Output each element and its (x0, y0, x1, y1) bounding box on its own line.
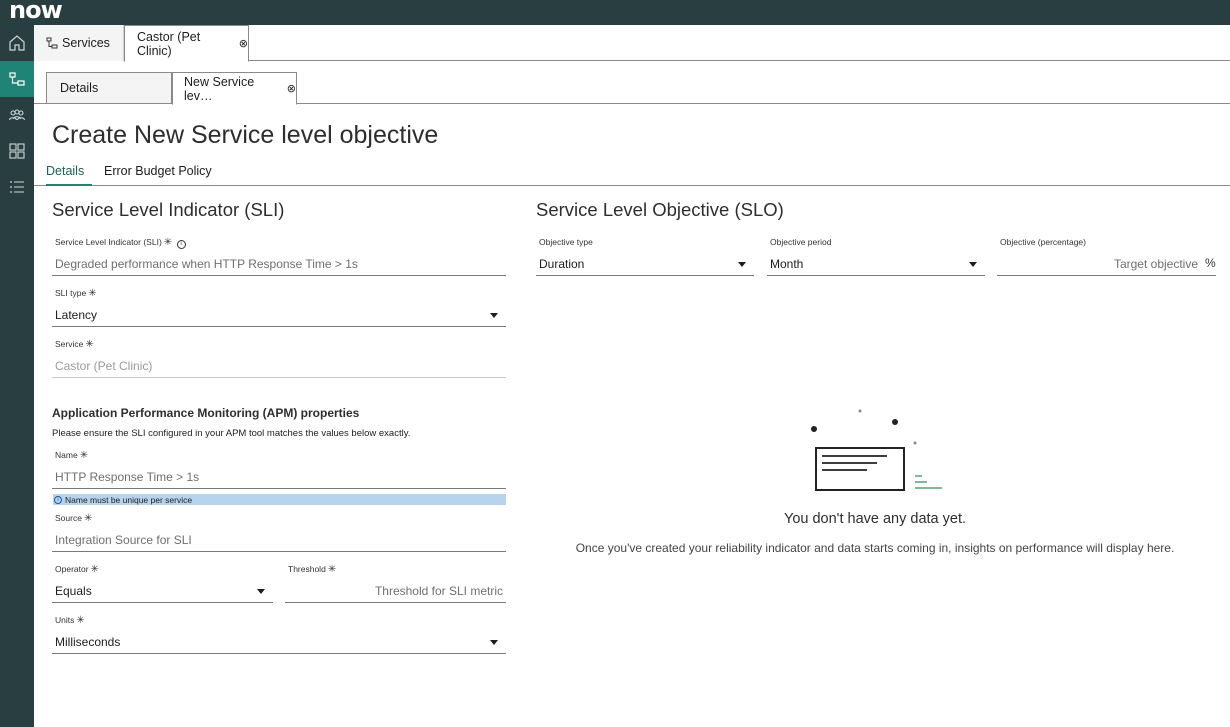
apm-name-input[interactable]: HTTP Response Time > 1s (52, 465, 506, 489)
info-icon[interactable]: i (176, 240, 186, 249)
home-icon (9, 35, 25, 51)
tab-new-slo[interactable]: New Service lev… ⊗ (172, 72, 297, 105)
threshold-label: Threshold ✳ (288, 564, 337, 575)
top-header: now (0, 0, 1230, 25)
tab-error-budget-policy[interactable]: Error Budget Policy (104, 164, 212, 178)
objective-period-select[interactable]: Month (767, 252, 985, 276)
form-tabs: Details Error Budget Policy (34, 160, 1230, 186)
record-tabs: Details New Service lev… ⊗ (34, 72, 1230, 105)
list-icon (10, 181, 24, 193)
services-nav-button[interactable] (0, 61, 34, 97)
tab-details[interactable]: Details (46, 72, 172, 104)
required-asterisk-icon: ✳ (79, 450, 89, 461)
apm-source-label: Source ✳ (55, 513, 93, 524)
tab-form-details[interactable]: Details (46, 164, 92, 186)
info-icon: i (54, 495, 62, 504)
operator-label: Operator ✳ (55, 564, 99, 575)
grid-icon (9, 143, 25, 159)
chevron-down-icon (490, 313, 498, 318)
tab-details-label: Details (60, 81, 99, 95)
units-select[interactable]: Milliseconds (52, 630, 506, 654)
sli-type-label: SLI type ✳ (55, 288, 97, 299)
empty-state-description: Once you've created your reliability ind… (575, 541, 1175, 555)
required-asterisk-icon: ✳ (85, 339, 94, 350)
now-logo[interactable]: now (9, 0, 63, 24)
hierarchy-icon (9, 72, 25, 86)
workspace-tabs: Services Castor (Pet Clinic) ⊗ (34, 25, 1230, 62)
groups-nav-button[interactable] (0, 97, 34, 133)
sli-indicator-input[interactable]: Degraded performance when HTTP Response … (52, 252, 506, 276)
chevron-down-icon (969, 262, 977, 267)
required-asterisk-icon: ✳ (88, 288, 97, 299)
close-icon[interactable]: ⊗ (239, 37, 248, 50)
objective-pct-label: Objective (percentage) (1000, 237, 1086, 247)
required-asterisk-icon: ✳ (163, 237, 173, 248)
required-asterisk-icon: ✳ (90, 564, 99, 575)
apm-source-input[interactable]: Integration Source for SLI (52, 528, 506, 552)
operator-select[interactable]: Equals (52, 579, 273, 603)
chevron-down-icon (257, 589, 265, 594)
threshold-input[interactable]: Threshold for SLI metric (285, 579, 506, 603)
objective-period-label: Objective period (770, 237, 832, 247)
page-title: Create New Service level objective (52, 121, 439, 149)
empty-state-title: You don't have any data yet. (783, 511, 966, 527)
tab-services[interactable]: Services (34, 25, 124, 61)
sli-indicator-label: Service Level Indicator (SLI) ✳ i (55, 237, 186, 249)
tab-new-slo-label: New Service lev… (184, 74, 255, 103)
people-group-icon (8, 109, 26, 121)
left-nav-rail (0, 25, 34, 727)
hierarchy-icon (46, 37, 58, 49)
objective-pct-input[interactable]: Target objective (997, 252, 1216, 276)
required-asterisk-icon: ✳ (83, 513, 93, 524)
close-icon[interactable]: ⊗ (287, 82, 296, 95)
empty-state-illustration (811, 409, 942, 491)
required-asterisk-icon: ✳ (76, 615, 85, 626)
sli-type-select[interactable]: Latency (52, 303, 506, 327)
objective-type-label: Objective type (539, 237, 593, 247)
list-nav-button[interactable] (0, 169, 34, 205)
apm-section-title: Application Performance Monitoring (APM)… (52, 406, 360, 420)
slo-section-title: Service Level Objective (SLO) (536, 199, 784, 220)
apm-name-label: Name ✳ (55, 450, 89, 461)
tab-services-label: Services (62, 36, 110, 50)
tab-castor-label: Castor (Pet Clinic) (137, 29, 201, 58)
percent-unit: % (1205, 256, 1216, 270)
chevron-down-icon (738, 262, 746, 267)
service-field: Castor (Pet Clinic) (52, 354, 506, 378)
apm-description: Please ensure the SLI configured in your… (52, 428, 411, 439)
units-label: Units ✳ (55, 615, 85, 626)
tab-castor[interactable]: Castor (Pet Clinic) ⊗ (124, 25, 249, 62)
service-label: Service ✳ (55, 339, 94, 350)
sli-section-title: Service Level Indicator (SLI) (52, 199, 285, 220)
home-nav-button[interactable] (0, 25, 34, 61)
objective-type-select[interactable]: Duration (536, 252, 754, 276)
dashboard-nav-button[interactable] (0, 133, 34, 169)
chevron-down-icon (490, 640, 498, 645)
name-unique-hint: i Name must be unique per service (53, 494, 506, 505)
required-asterisk-icon: ✳ (327, 564, 337, 575)
